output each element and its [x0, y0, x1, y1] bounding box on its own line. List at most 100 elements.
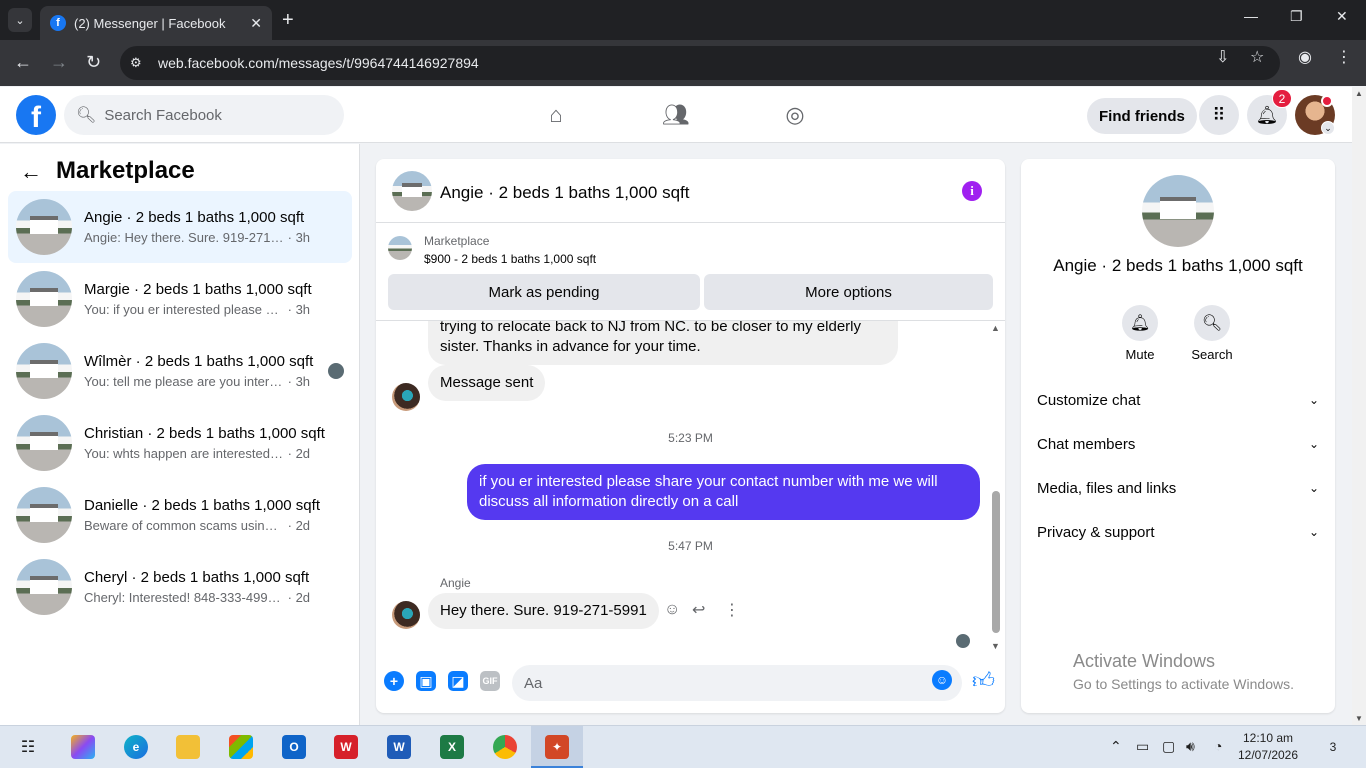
search-action[interactable]: 🔍︎ Search [1182, 305, 1242, 362]
volume-icon[interactable]: 🔊︎ [1186, 738, 1195, 755]
chevron-down-icon: ⌄ [1308, 393, 1319, 407]
marketplace-label: Marketplace [424, 234, 490, 248]
new-tab-button[interactable]: + [282, 8, 294, 32]
edge-icon[interactable]: e [124, 735, 148, 759]
tab-close-icon[interactable]: ✕ [250, 15, 262, 32]
thumbs-up-icon[interactable]: 👍︎ [972, 667, 995, 694]
scroll-down-icon[interactable]: ▼ [1355, 714, 1363, 723]
wps-icon[interactable]: W [334, 735, 358, 759]
tray-chevron-up-icon[interactable]: ⌃ [1110, 738, 1122, 755]
section-chat-members[interactable]: Chat members ⌄ [1037, 422, 1319, 466]
minimize-button[interactable]: — [1244, 8, 1258, 24]
conversation-name: Angie · 2 beds 1 baths 1,000 sqft [84, 209, 305, 226]
sticker-icon[interactable]: ◪ [448, 671, 468, 691]
chat-avatar-large[interactable] [1142, 175, 1214, 247]
reply-icon[interactable]: ↩ [692, 600, 705, 620]
plus-icon[interactable]: + [384, 671, 404, 691]
tab-title: (2) Messenger | Facebook [74, 15, 226, 31]
install-app-icon[interactable]: ⇩ [1216, 47, 1229, 67]
tab-search-button[interactable]: ⌄ [8, 8, 32, 32]
section-media-files-links[interactable]: Media, files and links ⌄ [1037, 466, 1319, 510]
conversation-item[interactable]: Wîlmèr · 2 beds 1 baths 1,000 sqft You: … [8, 335, 352, 407]
message-input-wrap[interactable] [512, 665, 962, 701]
notification-count-badge: 2 [1272, 89, 1292, 108]
browser-menu-icon[interactable]: ⋮ [1336, 47, 1352, 67]
wifi-icon[interactable]: ◔ [1214, 738, 1222, 754]
task-view-icon[interactable]: ☷ [16, 735, 40, 759]
emoji-icon[interactable]: ☺ [932, 670, 952, 690]
conversation-item[interactable]: Danielle · 2 beds 1 baths 1,000 sqft Bew… [8, 479, 352, 551]
store-icon[interactable] [229, 735, 253, 759]
more-actions-icon[interactable]: ⋮ [724, 600, 740, 620]
scroll-down-icon[interactable]: ▼ [991, 641, 1000, 651]
scroll-thumb[interactable] [992, 491, 1000, 633]
conversation-item[interactable]: Christian · 2 beds 1 baths 1,000 sqft Yo… [8, 407, 352, 479]
section-customize-chat[interactable]: Customize chat ⌄ [1037, 378, 1319, 422]
profile-icon[interactable]: ◉ [1298, 47, 1312, 67]
browser-tab[interactable]: f (2) Messenger | Facebook ✕ [40, 6, 272, 40]
close-window-button[interactable]: ✕ [1336, 8, 1348, 25]
menu-grid-icon[interactable]: ⠿ [1199, 95, 1239, 135]
conversation-name: Wîlmèr · 2 beds 1 baths 1,000 sqft [84, 353, 314, 370]
battery-icon[interactable]: ▭ [1136, 738, 1149, 755]
file-explorer-icon[interactable] [176, 735, 200, 759]
bell-icon[interactable]: 🔔︎ [1122, 305, 1158, 341]
find-friends-button[interactable]: Find friends [1087, 98, 1197, 134]
back-arrow-icon[interactable]: ← [20, 159, 42, 185]
app-icon[interactable]: ✦ [545, 735, 569, 759]
chrome-icon[interactable] [493, 735, 517, 759]
react-emoji-icon[interactable]: ☺ [664, 601, 680, 619]
search-icon[interactable]: 🔍︎ [1194, 305, 1230, 341]
search-input[interactable] [104, 106, 325, 124]
facebook-search[interactable]: 🔍︎ [64, 95, 344, 135]
photo-icon[interactable]: ▣ [416, 671, 436, 691]
conversation-item[interactable]: Cheryl · 2 beds 1 baths 1,000 sqft Chery… [8, 551, 352, 623]
message-bubble-incoming: trying to relocate back to NJ from NC. t… [428, 321, 898, 365]
excel-icon[interactable]: X [440, 735, 464, 759]
mute-action[interactable]: 🔔︎ Mute [1110, 305, 1170, 362]
message-list[interactable]: trying to relocate back to NJ from NC. t… [376, 321, 1005, 653]
chat-avatar[interactable] [392, 171, 432, 211]
network-icon[interactable]: ▢ [1162, 738, 1175, 755]
chat-scrollbar[interactable]: ▲ ▼ [990, 323, 1002, 651]
friends-icon[interactable]: 👥︎ [660, 99, 692, 131]
conversation-item[interactable]: Angie · 2 beds 1 baths 1,000 sqft Angie:… [8, 191, 352, 263]
maximize-button[interactable]: ❐ [1290, 8, 1303, 25]
word-icon[interactable]: W [387, 735, 411, 759]
listing-thumbnail [16, 271, 72, 327]
forward-button[interactable]: → [50, 52, 68, 72]
mark-as-pending-button[interactable]: Mark as pending [388, 274, 700, 310]
section-label: Customize chat [1037, 391, 1141, 409]
copilot-icon[interactable] [71, 735, 95, 759]
conversation-list-panel: ← Marketplace Angie · 2 beds 1 baths 1,0… [0, 144, 360, 725]
home-icon[interactable]: ⌂ [540, 99, 572, 131]
section-privacy-support[interactable]: Privacy & support ⌄ [1037, 510, 1319, 554]
account-chevron-icon[interactable]: ⌄ [1321, 121, 1335, 135]
conversation-item[interactable]: Margie · 2 beds 1 baths 1,000 sqft You: … [8, 263, 352, 335]
more-options-button[interactable]: More options [704, 274, 993, 310]
outlook-icon[interactable]: O [282, 735, 306, 759]
reload-button[interactable]: ↻ [86, 52, 101, 72]
listing-thumbnail [16, 199, 72, 255]
conversation-time: · 3h [287, 230, 311, 245]
omnibox[interactable]: ⚙ web.facebook.com/messages/t/9964744146… [120, 46, 1280, 80]
facebook-logo-icon[interactable]: f [16, 95, 56, 135]
chat-title[interactable]: Angie · 2 beds 1 baths 1,000 sqft [440, 183, 690, 203]
system-clock[interactable]: 12:10 am 12/07/2026 [1236, 730, 1300, 764]
listing-thumbnail[interactable] [388, 236, 412, 260]
gif-icon[interactable]: GIF [480, 671, 500, 691]
info-icon[interactable]: i [962, 181, 982, 201]
message-input[interactable] [524, 674, 904, 692]
scroll-up-icon[interactable]: ▲ [1355, 89, 1363, 98]
site-info-icon[interactable]: ⚙ [130, 55, 150, 71]
notification-center-icon[interactable]: 3 [1322, 737, 1344, 757]
url-text[interactable]: web.facebook.com/messages/t/996474414692… [158, 55, 479, 71]
scroll-up-icon[interactable]: ▲ [991, 323, 1000, 333]
listing-thumbnail [16, 487, 72, 543]
listing-title[interactable]: $900 - 2 beds 1 baths 1,000 sqft [424, 252, 596, 266]
watermark-subtitle: Go to Settings to activate Windows. [1073, 676, 1294, 692]
back-button[interactable]: ← [14, 52, 32, 72]
groups-icon[interactable]: ◎ [779, 99, 811, 131]
page-scrollbar[interactable]: ▲ ▼ [1352, 87, 1366, 725]
bookmark-star-icon[interactable]: ☆ [1250, 47, 1264, 67]
